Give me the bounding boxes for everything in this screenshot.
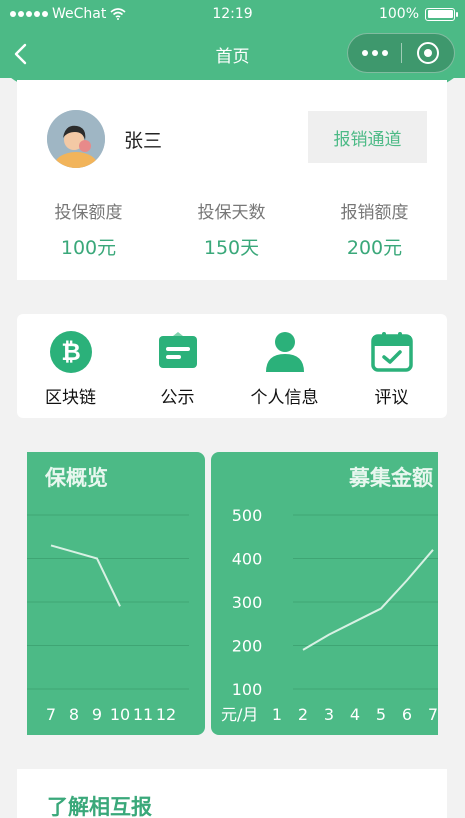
chart-card-fundraising[interactable]: 募集金额 500 400 300 200 100 元/月 1234567 (211, 452, 438, 735)
y-tick-label: 200 (232, 637, 263, 656)
stat-value: 200元 (346, 237, 403, 259)
x-tick-label: 11 (133, 705, 153, 724)
chart-card-overview[interactable]: 保概览 7 8 9 10 11 12 (27, 452, 205, 735)
more-dots-icon[interactable] (348, 50, 401, 56)
stat-insured-amount: 投保额度 100元 (17, 198, 160, 260)
menu-item-review[interactable]: 评议 (338, 330, 445, 408)
menu-label: 评议 (374, 388, 409, 408)
menu-item-blockchain[interactable]: ₿ 区块链 (17, 330, 124, 408)
user-icon (265, 332, 304, 372)
x-tick-label: 2 (298, 705, 308, 724)
y-tick-label: 400 (232, 550, 263, 569)
stat-label: 报销额度 (340, 203, 409, 223)
x-tick-label: 6 (402, 705, 412, 724)
y-tick-label: 300 (232, 593, 263, 612)
overview-chart: 保概览 7 8 9 10 11 12 (27, 466, 189, 724)
stat-value: 100元 (60, 237, 117, 259)
avatar-illustration (47, 110, 105, 168)
about-card[interactable]: 了解相互报 (17, 769, 447, 818)
battery-info: 100% (378, 6, 458, 22)
close-target-icon[interactable] (402, 42, 454, 64)
claim-channel-button[interactable]: 报销通道 (308, 111, 427, 163)
x-axis-unit-label: 元/月 (221, 705, 258, 724)
x-tick-label: 8 (69, 705, 79, 724)
series-line (50, 544, 121, 607)
menu-label: 个人信息 (250, 388, 319, 408)
stat-label: 投保额度 (54, 203, 123, 223)
menu-item-notice[interactable]: 公示 (124, 330, 231, 408)
user-name: 张三 (124, 130, 163, 152)
bitcoin-icon: ₿ (49, 331, 92, 373)
y-tick-label: 100 (232, 680, 263, 699)
x-tick-label: 7 (428, 705, 438, 724)
chart-title: 募集金额 (348, 466, 433, 490)
mini-program-capsule (347, 33, 455, 73)
svg-text:₿: ₿ (61, 338, 81, 366)
menu-item-personal-info[interactable]: 个人信息 (231, 330, 338, 408)
nav-bar: 首页 (0, 30, 465, 78)
y-tick-label: 500 (232, 506, 263, 525)
status-bar: WeChat 12:19 100% (0, 0, 465, 30)
x-tick-label: 9 (92, 705, 102, 724)
profile-card: 张三 报销通道 投保额度 100元 投保天数 150天 报销额度 200元 (17, 80, 447, 280)
x-tick-label: 12 (156, 705, 176, 724)
battery-percent: 100% (378, 6, 419, 22)
series-line (302, 549, 434, 651)
chart-title: 保概览 (44, 466, 108, 490)
stat-insured-days: 投保天数 150天 (160, 198, 303, 260)
avatar[interactable] (47, 110, 105, 168)
stat-value: 150天 (203, 237, 260, 259)
calendar-check-icon (370, 332, 413, 372)
menu-label: 区块链 (45, 388, 96, 408)
about-title: 了解相互报 (47, 795, 152, 818)
stat-label: 投保天数 (197, 203, 266, 223)
fundraising-chart: 募集金额 500 400 300 200 100 元/月 1234567 (221, 466, 438, 724)
menu-card: ₿ 区块链 公示 个人信息 评议 (17, 314, 447, 418)
x-tick-label: 7 (46, 705, 56, 724)
x-tick-label: 10 (110, 705, 130, 724)
x-tick-label: 1 (272, 705, 282, 724)
stat-claim-amount: 报销额度 200元 (303, 198, 446, 260)
menu-label: 公示 (160, 388, 195, 408)
chart-carousel[interactable]: 保概览 7 8 9 10 11 12 募集金额 500 400 300 200 100 元/月 1… (27, 452, 438, 735)
battery-level (427, 10, 453, 18)
notice-card-icon (158, 332, 197, 368)
x-tick-label: 4 (350, 705, 360, 724)
battery-icon (425, 7, 458, 21)
x-tick-label: 3 (324, 705, 334, 724)
x-tick-label: 5 (376, 705, 386, 724)
